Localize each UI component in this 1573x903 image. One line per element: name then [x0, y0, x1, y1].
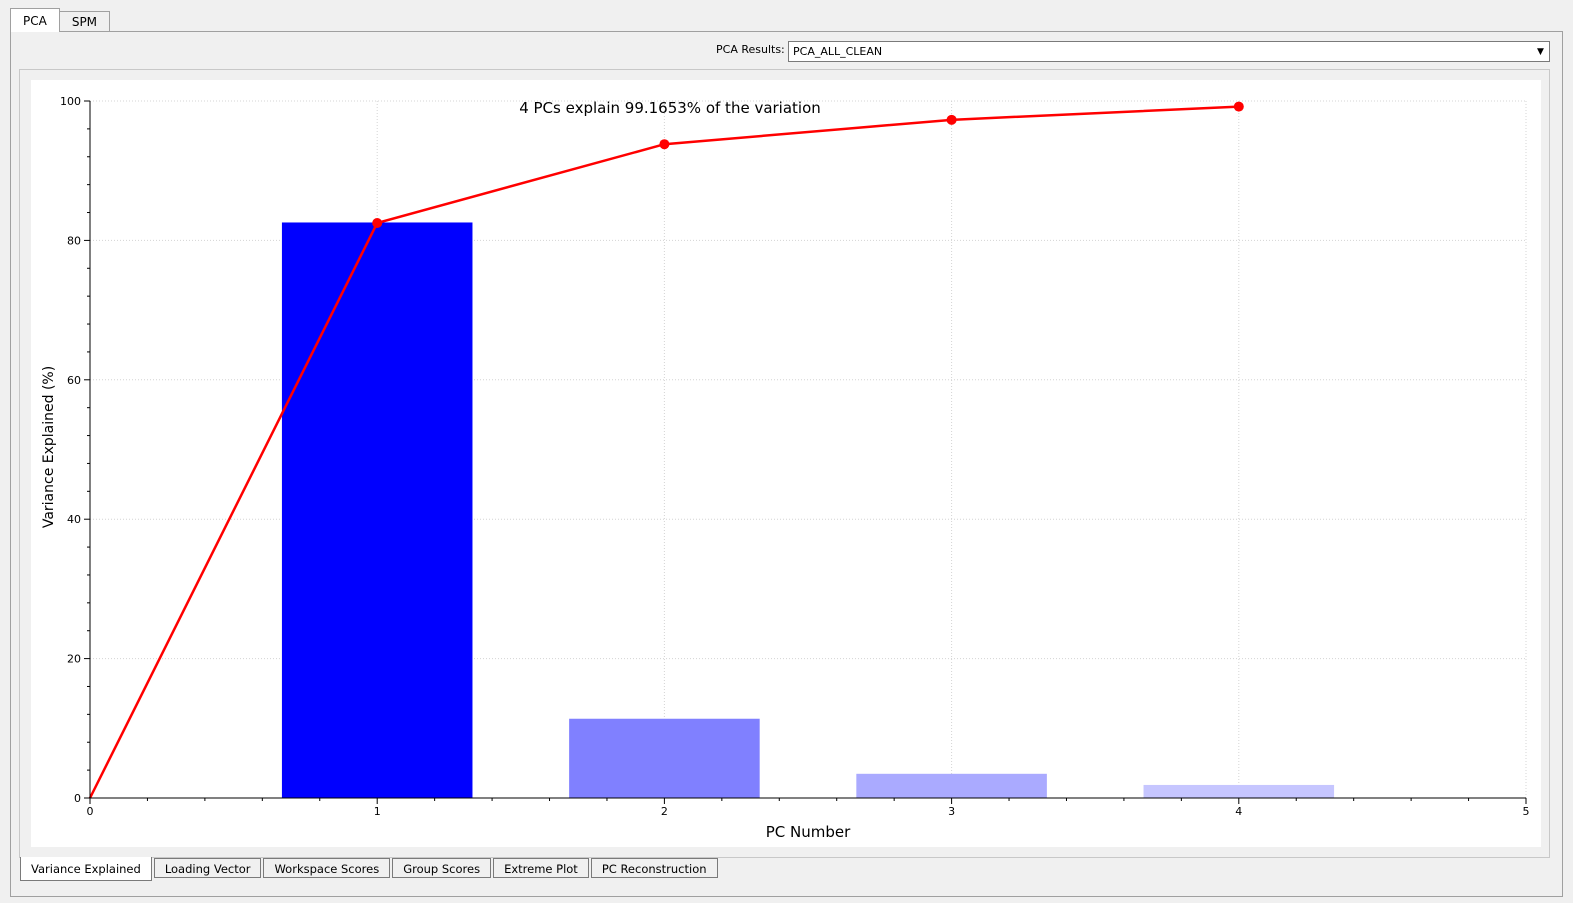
x-tick-label: 0 — [87, 805, 94, 818]
x-tick-label: 3 — [948, 805, 955, 818]
y-tick-label: 40 — [67, 513, 81, 526]
x-tick-label: 5 — [1523, 805, 1530, 818]
tab-pc-reconstruction[interactable]: PC Reconstruction — [590, 858, 718, 878]
tab-pca[interactable]: PCA — [10, 8, 60, 32]
y-tick-label: 100 — [60, 95, 81, 108]
tab-group-scores[interactable]: Group Scores — [392, 858, 492, 878]
x-tick-label: 4 — [1235, 805, 1242, 818]
pca-results-label: PCA Results: — [716, 43, 785, 56]
y-tick-label: 80 — [67, 234, 81, 247]
bar-pc-1 — [281, 222, 473, 799]
variance-chart: 0 1 2 3 4 5 0 20 40 60 80 100 4 PCs explain 99.1653%… — [41, 95, 1530, 841]
y-tick-label: 0 — [74, 792, 81, 805]
tab-loading-vector[interactable]: Loading Vector — [153, 858, 262, 878]
bottom-tab-bar: Variance Explained Loading Vector Worksp… — [20, 857, 720, 881]
cumulative-point-pc-2 — [659, 139, 670, 150]
cumulative-point-pc-3 — [946, 114, 957, 125]
chart-title: 4 PCs explain 99.1653% of the variation — [519, 99, 821, 117]
bar-pc-3 — [856, 773, 1047, 799]
tab-spm[interactable]: SPM — [58, 11, 111, 32]
tab-extreme-plot[interactable]: Extreme Plot — [493, 858, 589, 878]
top-tab-bar: PCA SPM — [10, 8, 111, 32]
bar-pc-2 — [569, 718, 760, 799]
x-tick-label: 2 — [661, 805, 668, 818]
x-axis-label: PC Number — [766, 823, 851, 841]
variance-explained-plot: 0 1 2 3 4 5 0 20 40 60 80 100 4 PCs explain 99.1653%… — [31, 80, 1541, 847]
x-tick-label: 1 — [374, 805, 381, 818]
y-tick-label: 60 — [67, 374, 81, 387]
tab-variance-explained[interactable]: Variance Explained — [20, 857, 152, 881]
cumulative-point-pc-1 — [372, 217, 383, 228]
chevron-down-icon[interactable]: ▼ — [1533, 43, 1548, 60]
bar-pc-4 — [1143, 784, 1335, 799]
tab-workspace-scores[interactable]: Workspace Scores — [263, 858, 391, 878]
pca-results-dropdown[interactable]: PCA_ALL_CLEAN ▼ — [788, 41, 1550, 62]
y-tick-label: 20 — [67, 653, 81, 666]
cumulative-point-pc-4 — [1233, 101, 1244, 112]
y-axis-label: Variance Explained (%) — [41, 366, 57, 528]
pca-results-value: PCA_ALL_CLEAN — [793, 45, 883, 58]
